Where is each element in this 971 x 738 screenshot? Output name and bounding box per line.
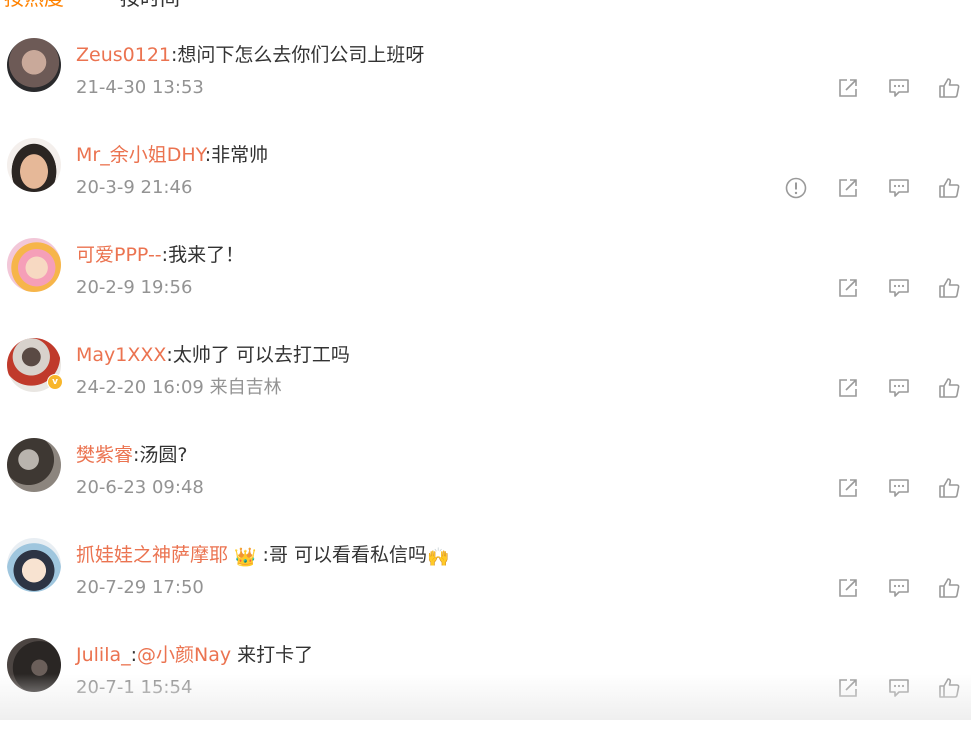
like-icon[interactable] bbox=[937, 176, 961, 200]
sort-by-time-tab[interactable]: 按时间 bbox=[120, 0, 180, 10]
share-icon[interactable] bbox=[836, 76, 860, 100]
like-icon[interactable] bbox=[937, 476, 961, 500]
like-icon[interactable] bbox=[937, 676, 961, 700]
sort-by-hot-tab[interactable]: 按热度 bbox=[4, 0, 64, 10]
comment-text: 想问下怎么去你们公司上班呀 bbox=[177, 44, 425, 66]
like-icon[interactable] bbox=[937, 276, 961, 300]
comment-item: 可爱PPP--:我来了！ 20-2-9 19:56 bbox=[0, 238, 971, 338]
crown-emoji-icon: 👑 bbox=[234, 547, 257, 568]
username-link[interactable]: 抓娃娃之神萨摩耶 bbox=[76, 544, 228, 566]
comment-timestamp: 20-3-9 21:46 bbox=[76, 177, 193, 198]
comment-body: Zeus0121:想问下怎么去你们公司上班呀 bbox=[76, 42, 424, 68]
avatar[interactable] bbox=[7, 538, 61, 592]
reply-icon[interactable] bbox=[887, 376, 911, 400]
comment-body: 樊紫睿:汤圆? bbox=[76, 442, 188, 468]
like-icon[interactable] bbox=[937, 76, 961, 100]
comment-item: 樊紫睿:汤圆? 20-6-23 09:48 bbox=[0, 438, 971, 538]
comment-body: Julila_:@小颜Nay 来打卡了 bbox=[76, 642, 313, 668]
comment-timestamp: 20-7-29 17:50 bbox=[76, 577, 204, 598]
username-link[interactable]: Julila_ bbox=[76, 644, 131, 666]
comment-text: 哥 可以看看私信吗 bbox=[268, 544, 427, 566]
avatar[interactable] bbox=[7, 638, 61, 692]
share-icon[interactable] bbox=[836, 176, 860, 200]
comment-timestamp: 20-6-23 09:48 bbox=[76, 477, 204, 498]
comment-body: Mr_余小姐DHY:非常帅 bbox=[76, 142, 268, 168]
reply-icon[interactable] bbox=[887, 676, 911, 700]
comment-item: Mr_余小姐DHY:非常帅 20-3-9 21:46 bbox=[0, 138, 971, 238]
comment-text: 太帅了 可以去打工吗 bbox=[172, 344, 350, 366]
reply-icon[interactable] bbox=[887, 576, 911, 600]
comment-timestamp: 20-2-9 19:56 bbox=[76, 277, 193, 298]
comment-text: 我来了！ bbox=[168, 244, 245, 266]
reply-icon[interactable] bbox=[887, 76, 911, 100]
comment-timestamp: 24-2-20 16:09 来自吉林 bbox=[76, 377, 282, 398]
comment-text: 非常帅 bbox=[211, 144, 269, 166]
reply-icon[interactable] bbox=[887, 276, 911, 300]
like-icon[interactable] bbox=[937, 576, 961, 600]
share-icon[interactable] bbox=[836, 676, 860, 700]
reply-icon[interactable] bbox=[887, 176, 911, 200]
username-link[interactable]: 樊紫睿 bbox=[76, 444, 133, 466]
comment-timestamp: 20-7-1 15:54 bbox=[76, 677, 193, 698]
avatar[interactable] bbox=[7, 138, 61, 192]
username-link[interactable]: 可爱PPP-- bbox=[76, 244, 162, 266]
report-icon[interactable] bbox=[784, 176, 808, 200]
comment-body: 抓娃娃之神萨摩耶 👑 :哥 可以看看私信吗🙌 bbox=[76, 542, 449, 571]
comment-item: Julila_:@小颜Nay 来打卡了 20-7-1 15:54 bbox=[0, 638, 971, 738]
comment-item: 抓娃娃之神萨摩耶 👑 :哥 可以看看私信吗🙌 20-7-29 17:50 bbox=[0, 538, 971, 638]
like-icon[interactable] bbox=[937, 376, 961, 400]
avatar[interactable]: v bbox=[7, 338, 63, 392]
username-link[interactable]: Mr_余小姐DHY bbox=[76, 144, 205, 166]
comment-body: 可爱PPP--:我来了！ bbox=[76, 242, 244, 268]
avatar[interactable] bbox=[7, 438, 61, 492]
raised-hands-emoji-icon: 🙌 bbox=[426, 547, 450, 568]
comment-item: Zeus0121:想问下怎么去你们公司上班呀 21-4-30 13:53 bbox=[0, 38, 971, 138]
comment-timestamp: 21-4-30 13:53 bbox=[76, 77, 204, 98]
share-icon[interactable] bbox=[836, 476, 860, 500]
reply-icon[interactable] bbox=[887, 476, 911, 500]
comment-text: 汤圆? bbox=[139, 444, 188, 466]
avatar[interactable] bbox=[7, 38, 61, 92]
username-link[interactable]: Zeus0121 bbox=[76, 44, 171, 66]
verified-badge-icon: v bbox=[47, 374, 63, 390]
share-icon[interactable] bbox=[836, 376, 860, 400]
comment-text: 来打卡了 bbox=[231, 644, 314, 666]
mention-link[interactable]: @小颜Nay bbox=[137, 644, 231, 666]
comment-body: May1XXX:太帅了 可以去打工吗 bbox=[76, 342, 350, 368]
share-icon[interactable] bbox=[836, 576, 860, 600]
comment-item: v May1XXX:太帅了 可以去打工吗 24-2-20 16:09 来自吉林 bbox=[0, 338, 971, 438]
share-icon[interactable] bbox=[836, 276, 860, 300]
username-link[interactable]: May1XXX bbox=[76, 344, 166, 366]
avatar[interactable] bbox=[7, 238, 61, 292]
